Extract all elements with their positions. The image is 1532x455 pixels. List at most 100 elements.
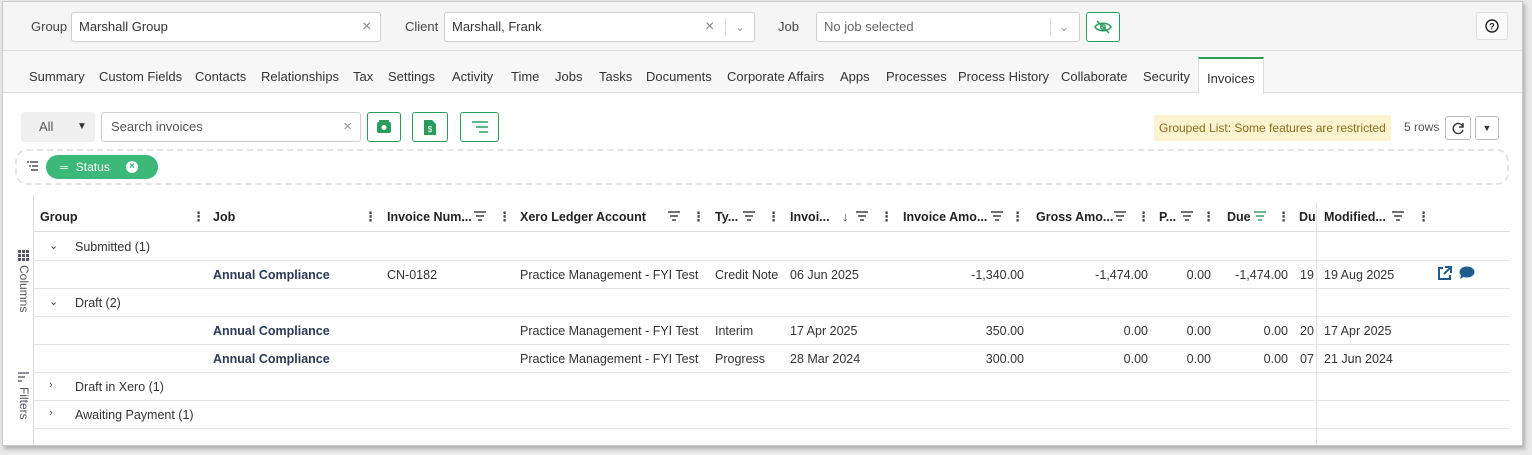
divider bbox=[725, 18, 726, 36]
table-row[interactable]: Annual Compliance Practice Management - F… bbox=[34, 317, 1510, 345]
new-invoice-button[interactable]: $ bbox=[412, 112, 448, 142]
tab-time[interactable]: Time bbox=[511, 69, 539, 84]
column-filter-icon[interactable] bbox=[1254, 211, 1266, 221]
job-selector[interactable]: No job selected ⌄ bbox=[816, 12, 1080, 42]
column-menu-icon[interactable]: ⋮ bbox=[1011, 209, 1024, 225]
chevron-down-icon[interactable]: ⌄ bbox=[735, 13, 745, 41]
eye-off-icon bbox=[1094, 20, 1112, 34]
column-header-invoice-date[interactable]: Invoi... bbox=[790, 210, 830, 224]
group-by-button[interactable] bbox=[460, 112, 499, 142]
column-menu-icon[interactable]: ⋮ bbox=[692, 209, 705, 225]
tab-documents[interactable]: Documents bbox=[646, 69, 712, 84]
column-filter-icon[interactable] bbox=[743, 211, 755, 221]
tab-custom-fields[interactable]: Custom Fields bbox=[99, 69, 182, 84]
open-external-icon[interactable] bbox=[1437, 266, 1452, 281]
group-row-label: Awaiting Payment (1) bbox=[75, 408, 194, 422]
group-row[interactable]: › Draft in Xero (1) bbox=[34, 373, 1510, 401]
filters-panel-toggle[interactable]: Filters bbox=[17, 387, 31, 420]
column-menu-icon[interactable]: ⋮ bbox=[498, 209, 511, 225]
group-row[interactable]: ⌄ Submitted (1) bbox=[34, 233, 1510, 261]
group-row[interactable]: ⌄ Draft (2) bbox=[34, 289, 1510, 317]
column-header-modified[interactable]: Modified... bbox=[1324, 210, 1386, 224]
tab-settings[interactable]: Settings bbox=[388, 69, 435, 84]
tab-process-history[interactable]: Process History bbox=[958, 69, 1049, 84]
group-label: Group bbox=[31, 19, 68, 34]
tab-apps[interactable]: Apps bbox=[840, 69, 870, 84]
tab-bar: Summary Custom Fields Contacts Relationship… bbox=[3, 50, 1522, 94]
email-invoice-button[interactable] bbox=[367, 112, 401, 142]
column-header-xero-ledger[interactable]: Xero Ledger Account bbox=[520, 210, 646, 224]
tab-jobs[interactable]: Jobs bbox=[555, 69, 582, 84]
column-header-invoice-number[interactable]: Invoice Num... bbox=[387, 210, 472, 224]
chevron-right-icon[interactable]: › bbox=[49, 407, 53, 419]
column-filter-icon[interactable] bbox=[991, 211, 1003, 221]
column-header-job[interactable]: Job bbox=[213, 210, 235, 224]
chevron-down-icon[interactable]: ⌄ bbox=[1059, 13, 1069, 41]
cell-invoice-number: CN-0182 bbox=[387, 268, 438, 282]
cell-due: 0.00 bbox=[1263, 324, 1288, 338]
clear-client-icon[interactable]: × bbox=[705, 13, 714, 41]
group-row[interactable]: › Awaiting Payment (1) bbox=[34, 401, 1510, 429]
side-rail: Columns Filters bbox=[15, 195, 34, 445]
table-row[interactable]: Annual Compliance CN-0182 Practice Managem… bbox=[34, 261, 1510, 289]
toggle-visibility-button[interactable] bbox=[1086, 12, 1120, 42]
tab-contacts[interactable]: Contacts bbox=[195, 69, 246, 84]
tab-summary[interactable]: Summary bbox=[29, 69, 85, 84]
sort-desc-icon[interactable]: ↓ bbox=[842, 209, 849, 224]
help-button[interactable]: ? bbox=[1476, 12, 1508, 40]
tab-tax[interactable]: Tax bbox=[353, 69, 373, 84]
group-value: Marshall Group bbox=[79, 19, 168, 34]
column-menu-icon[interactable]: ⋮ bbox=[1202, 209, 1215, 225]
tab-corporate-affairs[interactable]: Corporate Affairs bbox=[727, 69, 824, 84]
status-filter-select[interactable]: All ▼ bbox=[21, 112, 95, 142]
column-menu-icon[interactable]: ⋮ bbox=[192, 209, 205, 225]
chevron-down-icon[interactable]: ⌄ bbox=[49, 295, 58, 308]
column-header-paid[interactable]: P... bbox=[1159, 210, 1176, 224]
column-header-type[interactable]: Ty... bbox=[715, 210, 738, 224]
cell-type: Progress bbox=[715, 352, 766, 366]
tab-relationships[interactable]: Relationships bbox=[261, 69, 339, 84]
comment-icon[interactable] bbox=[1459, 266, 1475, 280]
column-menu-icon[interactable]: ⋮ bbox=[1137, 209, 1150, 225]
chevron-right-icon[interactable]: › bbox=[49, 379, 53, 391]
tab-tasks[interactable]: Tasks bbox=[599, 69, 632, 84]
more-options-button[interactable]: ▼ bbox=[1475, 116, 1499, 140]
column-header-due[interactable]: Due bbox=[1227, 210, 1251, 224]
clear-group-icon[interactable]: × bbox=[362, 13, 371, 41]
table-row[interactable]: Annual Compliance Practice Management - F… bbox=[34, 345, 1510, 373]
group-pill-status[interactable]: ═ Status × bbox=[46, 155, 158, 179]
column-menu-icon[interactable]: ⋮ bbox=[1417, 209, 1430, 225]
remove-group-icon[interactable]: × bbox=[126, 161, 138, 173]
chevron-down-icon[interactable]: ⌄ bbox=[49, 239, 58, 252]
column-menu-icon[interactable]: ⋮ bbox=[1277, 209, 1290, 225]
column-menu-icon[interactable]: ⋮ bbox=[767, 209, 780, 225]
tab-invoices[interactable]: Invoices bbox=[1198, 57, 1264, 94]
clear-search-icon[interactable]: × bbox=[343, 113, 352, 141]
tab-collaborate[interactable]: Collaborate bbox=[1061, 69, 1128, 84]
group-row-label: Draft in Xero (1) bbox=[75, 380, 164, 394]
group-selector[interactable]: Marshall Group × bbox=[71, 12, 381, 42]
column-filter-icon[interactable] bbox=[474, 211, 486, 221]
column-filter-icon[interactable] bbox=[1392, 211, 1404, 221]
refresh-button[interactable] bbox=[1445, 116, 1471, 140]
column-header-group[interactable]: Group bbox=[40, 210, 78, 224]
column-filter-icon[interactable] bbox=[856, 211, 868, 221]
column-filter-icon[interactable] bbox=[1181, 211, 1193, 221]
column-filter-icon[interactable] bbox=[668, 211, 680, 221]
column-menu-icon[interactable]: ⋮ bbox=[880, 209, 893, 225]
columns-panel-toggle[interactable]: Columns bbox=[17, 265, 31, 312]
column-header-gross-amount[interactable]: Gross Amo... bbox=[1036, 210, 1113, 224]
column-menu-icon[interactable]: ⋮ bbox=[364, 209, 377, 225]
job-placeholder: No job selected bbox=[824, 19, 914, 34]
column-header-due-date[interactable]: Du bbox=[1299, 210, 1316, 224]
tab-activity[interactable]: Activity bbox=[452, 69, 493, 84]
search-input[interactable]: Search invoices × bbox=[101, 112, 361, 142]
cell-due: 0.00 bbox=[1263, 352, 1288, 366]
drag-handle-icon[interactable]: ═ bbox=[60, 162, 68, 174]
column-filter-icon[interactable] bbox=[1114, 211, 1126, 221]
client-selector[interactable]: Marshall, Frank × ⌄ bbox=[444, 12, 755, 42]
column-header-invoice-amount[interactable]: Invoice Amo... bbox=[903, 210, 987, 224]
tab-processes[interactable]: Processes bbox=[886, 69, 947, 84]
cell-xero-ledger: Practice Management - FYI Test bbox=[520, 324, 699, 338]
tab-security[interactable]: Security bbox=[1143, 69, 1190, 84]
